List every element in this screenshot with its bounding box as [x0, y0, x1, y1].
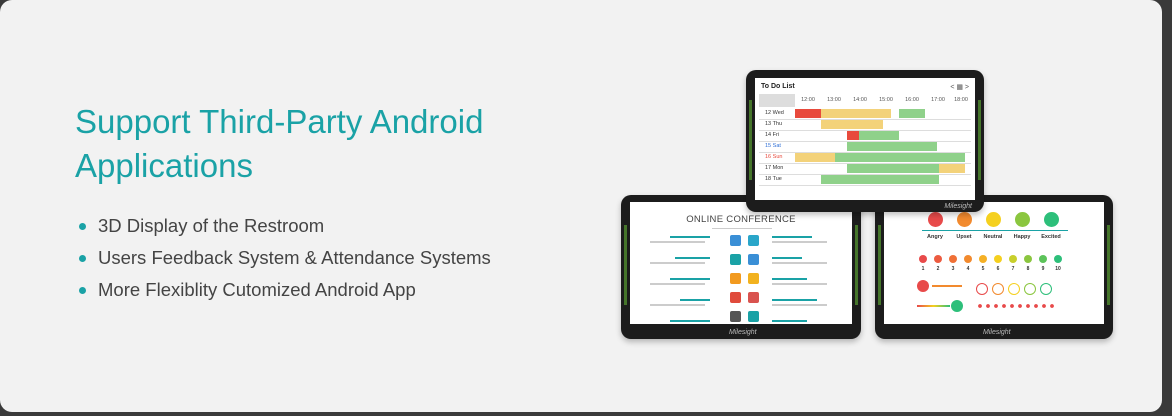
angry-face-icon — [917, 280, 929, 292]
outline-excited-face-icon — [1040, 283, 1052, 295]
outline-neutral-face-icon — [1008, 283, 1020, 295]
time-header: 13:00 — [827, 97, 841, 103]
time-header: 18:00 — [954, 97, 968, 103]
outline-happy-face-icon — [1024, 283, 1036, 295]
upset-face-icon — [957, 212, 972, 227]
title-line-1: Support Third-Party Android — [75, 103, 484, 140]
row-day: Wed — [772, 110, 784, 116]
time-header: 12:00 — [801, 97, 815, 103]
scale-number: 5 — [981, 266, 985, 272]
todo-screen: To Do List < ▦ > 12:00 13:00 14:00 15:00… — [755, 78, 975, 200]
row-date: 15 — [765, 143, 772, 149]
scale-number: 9 — [1041, 266, 1045, 272]
scale-number: 4 — [966, 266, 970, 272]
angry-face-icon — [928, 212, 943, 227]
scale-number: 7 — [1011, 266, 1015, 272]
app-icon — [730, 292, 741, 303]
feature-item: Users Feedback System & Attendance Syste… — [78, 242, 491, 274]
feature-item: More Flexiblity Cutomized Android App — [78, 274, 491, 306]
happy-face-icon — [1015, 212, 1030, 227]
conference-title: ONLINE CONFERENCE — [686, 214, 796, 225]
time-header: 17:00 — [931, 97, 945, 103]
tablet-todo: To Do List < ▦ > 12:00 13:00 14:00 15:00… — [746, 70, 984, 212]
row-date: 18 — [765, 176, 772, 182]
time-header: 15:00 — [879, 97, 893, 103]
row-day: Tue — [772, 176, 782, 182]
scale-number: 6 — [996, 266, 1000, 272]
neutral-face-icon — [986, 212, 1001, 227]
scale-number: 2 — [936, 266, 940, 272]
mood-label: Excited — [1041, 234, 1061, 240]
todo-grid: 12:00 13:00 14:00 15:00 16:00 17:00 18:0… — [759, 94, 971, 194]
app-icon — [748, 292, 759, 303]
app-icon — [748, 254, 759, 265]
excited-face-icon — [1044, 212, 1059, 227]
row-date: 17 — [765, 165, 772, 171]
app-icon — [748, 311, 759, 322]
title-line-2: Applications — [75, 147, 253, 184]
app-icon — [748, 235, 759, 246]
happy-face-icon — [951, 300, 963, 312]
outline-upset-face-icon — [992, 283, 1004, 295]
app-icon — [748, 273, 759, 284]
time-header: 14:00 — [853, 97, 867, 103]
feature-list: 3D Display of the Restroom Users Feedbac… — [78, 210, 491, 306]
mood-label: Happy — [1013, 234, 1031, 240]
todo-row: 18 Tue — [759, 174, 971, 186]
app-icon — [730, 254, 741, 265]
row-day: Thu — [772, 121, 783, 127]
tablet-feedback: Angry Upset Neutral Happy Excited 1 2 3 … — [875, 195, 1113, 339]
mood-label: Neutral — [983, 234, 1003, 240]
scale-number: 8 — [1026, 266, 1030, 272]
row-day: Sun — [772, 154, 783, 160]
scale-number: 10 — [1055, 266, 1061, 272]
brand-logo: Milesight — [729, 329, 757, 336]
todo-title: To Do List — [761, 83, 795, 90]
mood-label: Angry — [927, 234, 943, 240]
outline-angry-face-icon — [976, 283, 988, 295]
feedback-screen: Angry Upset Neutral Happy Excited 1 2 3 … — [884, 202, 1104, 324]
scale-number: 1 — [921, 266, 925, 272]
tablet-conference: ONLINE CONFERENCE Milesight — [621, 195, 861, 339]
app-icon — [730, 235, 741, 246]
page-title: Support Third-Party Android Applications — [75, 100, 595, 188]
app-icon — [730, 311, 741, 322]
row-day: Fri — [772, 132, 780, 138]
feature-card: Support Third-Party Android Applications… — [0, 0, 1162, 412]
brand-logo: Milesight — [983, 329, 1011, 336]
conference-screen: ONLINE CONFERENCE — [630, 202, 852, 324]
mood-label: Upset — [956, 234, 972, 240]
row-date: 16 — [765, 154, 772, 160]
row-day: Sat — [772, 143, 781, 149]
row-date: 12 — [765, 110, 772, 116]
app-icon — [730, 273, 741, 284]
row-day: Mon — [772, 165, 784, 171]
row-date: 13 — [765, 121, 772, 127]
scale-number: 3 — [951, 266, 955, 272]
time-header: 16:00 — [905, 97, 919, 103]
feature-item: 3D Display of the Restroom — [78, 210, 491, 242]
brand-logo: Milesight — [944, 203, 972, 210]
row-date: 14 — [765, 132, 772, 138]
todo-nav[interactable]: < ▦ > — [950, 83, 969, 91]
